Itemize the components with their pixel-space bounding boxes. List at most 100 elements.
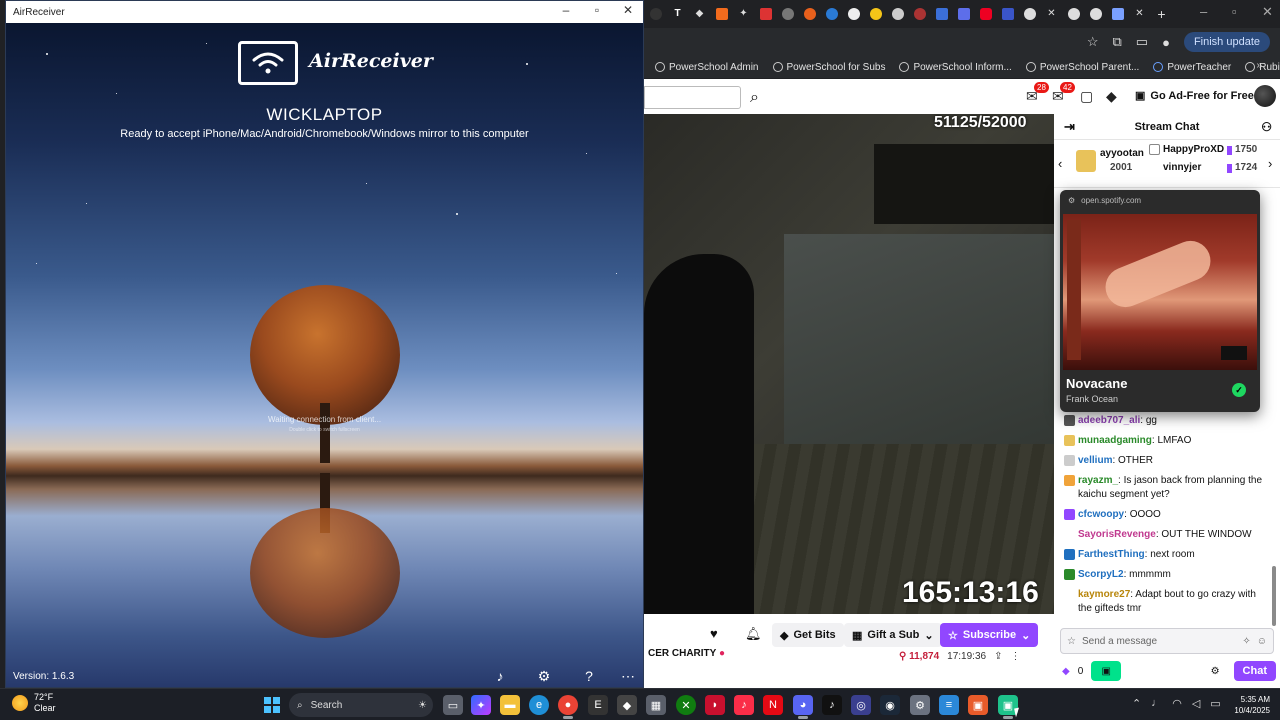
avatar[interactable] bbox=[1254, 85, 1276, 107]
notepad-icon[interactable]: ≡ bbox=[939, 695, 959, 715]
tab-icon[interactable] bbox=[1108, 4, 1127, 23]
address-bar[interactable]: ☆ ⧉ ▭ ● Finish update bbox=[644, 28, 1280, 56]
music-icon[interactable]: ♪ bbox=[734, 695, 754, 715]
bookmark-item[interactable]: PowerSchool Admin bbox=[655, 62, 759, 73]
chat-username[interactable]: SayorisRevenge bbox=[1078, 529, 1156, 540]
tab-icon[interactable]: ◆ bbox=[690, 4, 709, 23]
chat-username[interactable]: cfcwoopy bbox=[1078, 509, 1124, 520]
more-bookmarks-icon[interactable]: » bbox=[1256, 60, 1262, 71]
chat-username[interactable]: vellium bbox=[1078, 455, 1112, 466]
minimize-icon[interactable]: – bbox=[1200, 4, 1207, 19]
bookmark-item[interactable]: PowerSchool Inform... bbox=[899, 62, 1012, 73]
tiktok-icon[interactable]: ♪ bbox=[822, 695, 842, 715]
music-icon[interactable]: ♪ bbox=[490, 668, 510, 684]
maximize-icon[interactable]: ▫ bbox=[1232, 4, 1237, 19]
star-icon[interactable]: ☆ bbox=[1087, 34, 1099, 50]
close-icon[interactable]: ✕ bbox=[618, 3, 638, 17]
chat-username[interactable]: FarthestThing bbox=[1078, 549, 1145, 560]
window-title-bar[interactable]: AirReceiver – ▫ ✕ bbox=[6, 1, 643, 23]
search-input[interactable] bbox=[644, 86, 741, 109]
app-icon[interactable]: ◆ bbox=[617, 695, 637, 715]
tab-icon[interactable] bbox=[822, 4, 841, 23]
chrome-icon[interactable]: ● bbox=[558, 695, 578, 715]
check-icon[interactable]: ✓ bbox=[1232, 383, 1246, 397]
claim-bonus-button[interactable]: ▣ bbox=[1091, 661, 1122, 681]
battery-icon[interactable]: ▭ bbox=[1210, 697, 1220, 710]
extensions-icon[interactable]: ⧉ bbox=[1113, 34, 1122, 50]
finish-update-button[interactable]: Finish update bbox=[1183, 32, 1270, 52]
crown-icon[interactable]: ◆ bbox=[1106, 88, 1117, 105]
tab-icon[interactable] bbox=[646, 4, 665, 23]
whispers-icon[interactable]: ✉ 42 bbox=[1052, 82, 1075, 105]
video-player[interactable]: 51125/52000 165:13:16 bbox=[644, 114, 1054, 614]
tab-icon[interactable] bbox=[866, 4, 885, 23]
inbox-icon[interactable]: ✉ 28 bbox=[1026, 82, 1049, 105]
get-bits-button[interactable]: ◆ Get Bits bbox=[772, 623, 844, 647]
more-icon[interactable]: ⋮ bbox=[1010, 651, 1020, 662]
star-icon[interactable]: ☆ bbox=[1067, 636, 1076, 647]
epic-games-icon[interactable]: E bbox=[588, 695, 608, 715]
tab-icon[interactable] bbox=[844, 4, 863, 23]
settings-icon[interactable]: ⚙ bbox=[1211, 666, 1220, 677]
settings-icon[interactable]: ⚙ bbox=[910, 695, 930, 715]
tab-icon[interactable] bbox=[932, 4, 951, 23]
tab-icon[interactable]: T bbox=[668, 4, 687, 23]
share-icon[interactable]: ⇪ bbox=[994, 651, 1002, 662]
chat-username[interactable]: kaymore27 bbox=[1078, 589, 1130, 600]
tab-icon[interactable] bbox=[1020, 4, 1039, 23]
minimize-icon[interactable]: – bbox=[556, 3, 576, 17]
chat-input[interactable]: ☆ Send a message ✧ ☺ bbox=[1060, 628, 1274, 654]
xbox-icon[interactable]: ✕ bbox=[676, 695, 696, 715]
scrollbar-thumb[interactable] bbox=[1272, 566, 1276, 626]
cast-icon[interactable]: ▭ bbox=[1136, 34, 1148, 50]
bookmark-item[interactable]: Rubicon Atlas bbox=[1245, 62, 1280, 73]
tab-icon[interactable] bbox=[888, 4, 907, 23]
gift-sub-button[interactable]: ▦ Gift a Sub ⌄ bbox=[844, 623, 942, 647]
users-icon[interactable]: ⚇ bbox=[1261, 120, 1272, 134]
chevron-left-icon[interactable]: ‹ bbox=[1058, 156, 1062, 171]
bookmark-item[interactable]: PowerTeacher bbox=[1153, 62, 1231, 73]
start-button[interactable] bbox=[264, 697, 280, 713]
tab-icon[interactable] bbox=[910, 4, 929, 23]
wifi-icon[interactable]: ◠ bbox=[1172, 697, 1182, 710]
chevron-right-icon[interactable]: › bbox=[1268, 156, 1272, 171]
sparkle-icon[interactable]: ✧ bbox=[1242, 636, 1250, 647]
ad-free-button[interactable]: ▣ Go Ad-Free for Free bbox=[1135, 89, 1254, 103]
weather-widget[interactable]: 72°F Clear bbox=[12, 692, 56, 714]
task-view-icon[interactable]: ▭ bbox=[443, 695, 463, 715]
tab-icon[interactable] bbox=[756, 4, 775, 23]
spotify-mini-player[interactable]: ⚙ open.spotify.com Novacane Frank Ocean ✓ bbox=[1060, 190, 1260, 412]
copilot-icon[interactable]: ✦ bbox=[471, 695, 491, 715]
more-icon[interactable]: ⋯ bbox=[618, 668, 638, 685]
chat-bubble-icon[interactable]: ▢ bbox=[1080, 88, 1093, 105]
taskbar-search[interactable]: ⌕ Search ☀ bbox=[289, 693, 433, 717]
chat-username[interactable]: ScorpyL2 bbox=[1078, 569, 1124, 580]
tab-icon[interactable] bbox=[800, 4, 819, 23]
new-tab-icon[interactable]: + bbox=[1152, 4, 1171, 23]
bookmark-item[interactable]: PowerSchool Parent... bbox=[1025, 62, 1139, 73]
bookmark-item[interactable]: PowerSchool for Subs bbox=[772, 62, 885, 73]
tab-icon[interactable] bbox=[778, 4, 797, 23]
search-icon[interactable]: ⌕ bbox=[743, 86, 766, 109]
close-icon[interactable]: ✕ bbox=[1262, 4, 1273, 20]
help-icon[interactable]: ? bbox=[579, 668, 599, 684]
tab-icon[interactable] bbox=[998, 4, 1017, 23]
chat-send-button[interactable]: Chat bbox=[1233, 661, 1276, 681]
emoji-icon[interactable]: ☺ bbox=[1257, 636, 1267, 647]
chevron-up-icon[interactable]: ⌃ bbox=[1132, 697, 1141, 710]
file-explorer-icon[interactable]: ▬ bbox=[500, 695, 520, 715]
tab-icon[interactable] bbox=[954, 4, 973, 23]
heart-icon[interactable]: ♥ bbox=[710, 626, 718, 641]
tab-icon[interactable] bbox=[1086, 4, 1105, 23]
steam-icon[interactable]: ◉ bbox=[880, 695, 900, 715]
app-icon[interactable]: ▣ bbox=[968, 695, 988, 715]
netflix-icon[interactable]: N bbox=[763, 695, 783, 715]
microphone-icon[interactable]: ♩ bbox=[1151, 697, 1162, 710]
chat-username[interactable]: munaadgaming bbox=[1078, 435, 1152, 446]
tab-icon[interactable] bbox=[1064, 4, 1083, 23]
edge-icon[interactable]: e bbox=[529, 695, 549, 715]
shield-icon[interactable]: ◗ bbox=[705, 695, 725, 715]
tab-icon[interactable] bbox=[712, 4, 731, 23]
chat-username[interactable]: rayazm_ bbox=[1078, 475, 1118, 486]
clock[interactable]: 5:35 AM 10/4/2025 bbox=[1224, 694, 1270, 716]
